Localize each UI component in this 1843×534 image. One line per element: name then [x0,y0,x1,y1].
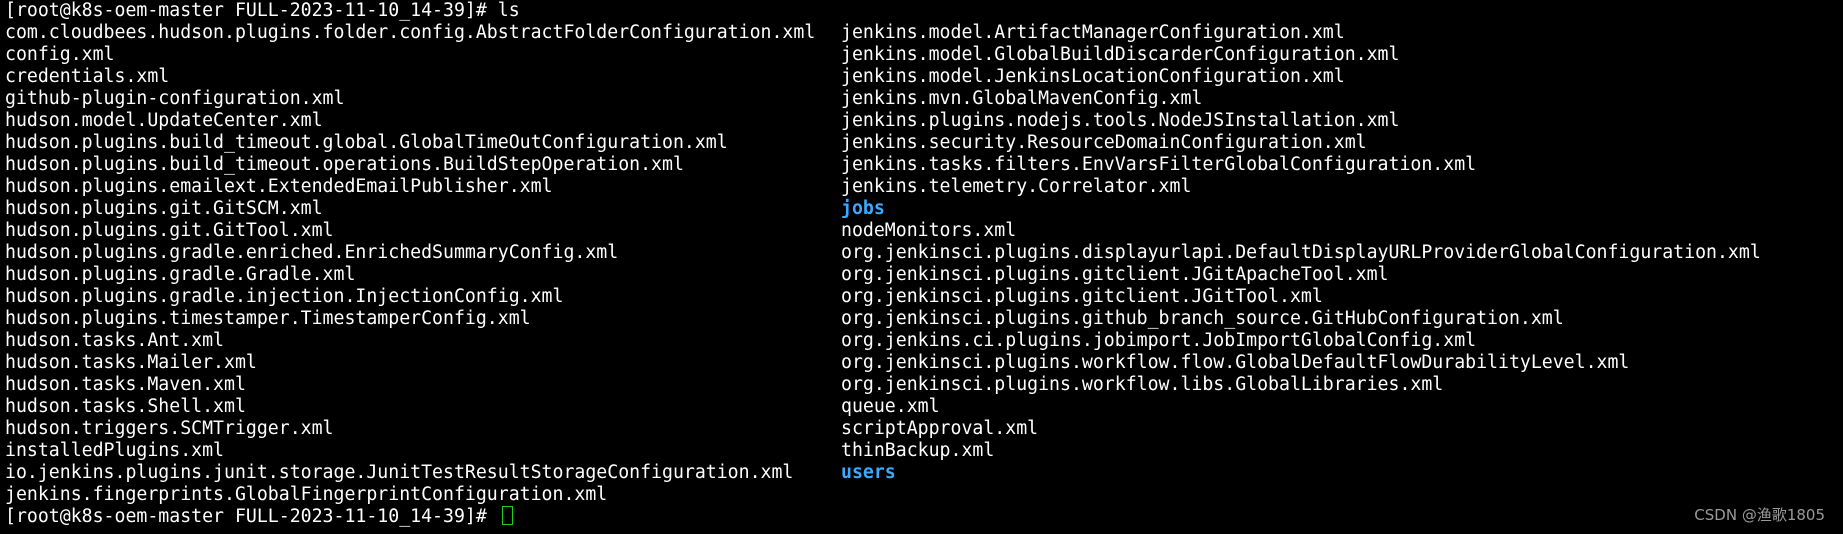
file-entry: hudson.plugins.git.GitSCM.xml [5,198,323,219]
file-entry: com.cloudbees.hudson.plugins.folder.conf… [5,22,816,43]
cursor[interactable] [501,506,513,525]
file-entry: github-plugin-configuration.xml [5,88,345,109]
file-entry: nodeMonitors.xml [841,220,1017,241]
file-entry: io.jenkins.plugins.junit.storage.JunitTe… [5,462,794,483]
file-entry: hudson.plugins.timestamper.TimestamperCo… [5,308,531,329]
file-entry: hudson.tasks.Ant.xml [5,330,224,351]
file-entry: queue.xml [841,396,940,417]
file-entry: hudson.plugins.build_timeout.operations.… [5,154,684,175]
file-entry: hudson.plugins.emailext.ExtendedEmailPub… [5,176,553,197]
file-entry: jenkins.tasks.filters.EnvVarsFilterGloba… [841,154,1477,175]
file-entry: hudson.plugins.build_timeout.global.Glob… [5,132,728,153]
file-entry: hudson.model.UpdateCenter.xml [5,110,323,131]
prompt-line: [root@k8s-oem-master FULL-2023-11-10_14-… [5,506,513,528]
file-entry: org.jenkinsci.plugins.gitclient.JGitTool… [841,286,1323,307]
file-entry: hudson.plugins.gradle.Gradle.xml [5,264,356,285]
terminal-window[interactable]: [root@k8s-oem-master FULL-2023-11-10_14-… [0,0,1843,534]
file-entry: hudson.tasks.Shell.xml [5,396,246,417]
file-entry: org.jenkinsci.plugins.displayurlapi.Defa… [841,242,1761,263]
file-entry: scriptApproval.xml [841,418,1039,439]
file-entry: jenkins.model.JenkinsLocationConfigurati… [841,66,1345,87]
file-entry: org.jenkinsci.plugins.github_branch_sour… [841,308,1564,329]
directory-entry: jobs [841,198,885,219]
file-entry: org.jenkinsci.plugins.gitclient.JGitApac… [841,264,1389,285]
file-entry: org.jenkinsci.plugins.workflow.flow.Glob… [841,352,1630,373]
file-entry: config.xml [5,44,115,65]
file-entry: hudson.tasks.Mailer.xml [5,352,257,373]
file-entry: hudson.plugins.gradle.injection.Injectio… [5,286,564,307]
file-entry: jenkins.plugins.nodejs.tools.NodeJSInsta… [841,110,1400,131]
file-entry: jenkins.telemetry.Correlator.xml [841,176,1192,197]
file-entry: hudson.triggers.SCMTrigger.xml [5,418,334,439]
file-entry: installedPlugins.xml [5,440,224,461]
file-entry: org.jenkinsci.plugins.workflow.libs.Glob… [841,374,1444,395]
file-entry: jenkins.fingerprints.GlobalFingerprintCo… [5,484,608,505]
command-line: [root@k8s-oem-master FULL-2023-11-10_14-… [5,0,520,21]
file-entry: jenkins.model.GlobalBuildDiscarderConfig… [841,44,1400,65]
file-entry: hudson.plugins.git.GitTool.xml [5,220,334,241]
file-entry: credentials.xml [5,66,170,87]
ls-output-right-column: jenkins.model.ArtifactManagerConfigurati… [841,22,1761,484]
file-entry: jenkins.model.ArtifactManagerConfigurati… [841,22,1345,43]
file-entry: jenkins.mvn.GlobalMavenConfig.xml [841,88,1203,109]
file-entry: thinBackup.xml [841,440,995,461]
directory-entry: users [841,462,896,483]
watermark: CSDN @渔歌1805 [1694,506,1825,524]
ls-output-left-column: com.cloudbees.hudson.plugins.folder.conf… [5,22,815,506]
file-entry: jenkins.security.ResourceDomainConfigura… [841,132,1367,153]
shell-prompt: [root@k8s-oem-master FULL-2023-11-10_14-… [5,506,498,527]
file-entry: hudson.plugins.gradle.enriched.EnrichedS… [5,242,619,263]
file-entry: org.jenkins.ci.plugins.jobimport.JobImpo… [841,330,1477,351]
file-entry: hudson.tasks.Maven.xml [5,374,246,395]
